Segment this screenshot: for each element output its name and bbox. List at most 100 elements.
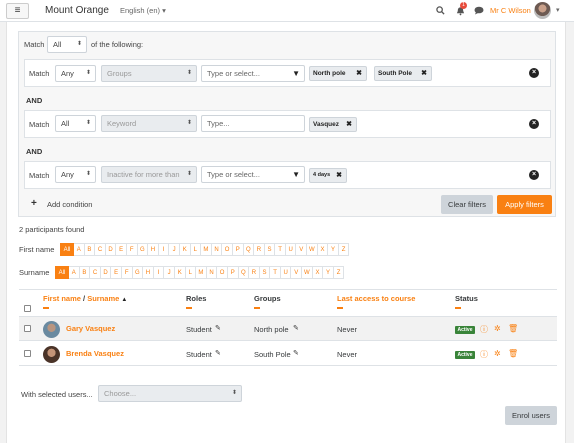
- edit-pencil-icon[interactable]: ✎: [293, 349, 299, 357]
- select-all-checkbox[interactable]: [24, 305, 31, 312]
- initial-letter-link[interactable]: O: [222, 243, 233, 256]
- initial-letter-link[interactable]: J: [169, 243, 180, 256]
- initial-letter-link[interactable]: C: [95, 243, 106, 256]
- initial-letter-link[interactable]: M: [201, 243, 212, 256]
- sort-first-name-link[interactable]: First name: [43, 294, 81, 303]
- remove-tag-icon[interactable]: ✖: [356, 67, 362, 80]
- initial-all-link[interactable]: All: [60, 243, 74, 256]
- initial-letter-link[interactable]: E: [116, 243, 127, 256]
- initial-letter-link[interactable]: N: [211, 243, 223, 256]
- collapse-column-icon[interactable]: [186, 307, 192, 309]
- initial-letter-link[interactable]: A: [69, 266, 80, 279]
- initial-letter-link[interactable]: Z: [333, 266, 345, 279]
- info-icon[interactable]: ⓘ: [480, 349, 488, 360]
- trash-icon[interactable]: 🗑: [508, 324, 518, 333]
- gear-icon[interactable]: ✲: [494, 349, 501, 358]
- filter-match-select[interactable]: Any ⬍: [55, 166, 96, 183]
- column-header-last-access[interactable]: Last access to course: [337, 294, 415, 303]
- initial-letter-link[interactable]: Q: [238, 266, 250, 279]
- initial-letter-link[interactable]: Y: [328, 243, 339, 256]
- filter-type-select[interactable]: Keyword ⬍: [101, 115, 197, 132]
- initial-letter-link[interactable]: F: [121, 266, 133, 279]
- initial-letter-link[interactable]: T: [270, 266, 281, 279]
- edit-pencil-icon[interactable]: ✎: [215, 324, 221, 332]
- filter-value-input[interactable]: Type or select... ▼: [201, 166, 305, 183]
- initial-letter-link[interactable]: O: [217, 266, 228, 279]
- initial-letter-link[interactable]: B: [84, 243, 96, 256]
- user-name[interactable]: Mr C Wilson: [490, 6, 531, 15]
- initial-letter-link[interactable]: K: [179, 243, 191, 256]
- initial-letter-link[interactable]: E: [111, 266, 122, 279]
- initial-letter-link[interactable]: T: [275, 243, 286, 256]
- initial-letter-link[interactable]: G: [132, 266, 144, 279]
- search-icon[interactable]: [436, 6, 445, 15]
- initial-letter-link[interactable]: F: [126, 243, 138, 256]
- initial-letter-link[interactable]: X: [312, 266, 324, 279]
- initial-letter-link[interactable]: P: [227, 266, 239, 279]
- trash-icon[interactable]: 🗑: [508, 349, 518, 358]
- apply-filters-button[interactable]: Apply filters: [497, 195, 552, 214]
- initial-letter-link[interactable]: U: [280, 266, 292, 279]
- collapse-column-icon[interactable]: [337, 307, 343, 309]
- match-all-select[interactable]: All ⬍: [47, 36, 87, 53]
- filter-type-select[interactable]: Inactive for more than ⬍: [101, 166, 197, 183]
- edit-pencil-icon[interactable]: ✎: [215, 349, 221, 357]
- initial-letter-link[interactable]: B: [79, 266, 91, 279]
- initial-letter-link[interactable]: C: [90, 266, 101, 279]
- filter-type-select[interactable]: Groups ⬍: [101, 65, 197, 82]
- remove-filter-row-icon[interactable]: ×: [529, 68, 539, 78]
- row-select-checkbox[interactable]: [24, 350, 31, 357]
- filter-tag[interactable]: South Pole ✖: [374, 66, 432, 81]
- info-icon[interactable]: ⓘ: [480, 324, 488, 335]
- initial-letter-link[interactable]: Z: [338, 243, 350, 256]
- initial-letter-link[interactable]: G: [137, 243, 149, 256]
- initial-letter-link[interactable]: Y: [323, 266, 334, 279]
- initial-letter-link[interactable]: I: [158, 243, 170, 256]
- initial-letter-link[interactable]: H: [143, 266, 154, 279]
- collapse-column-icon[interactable]: [43, 307, 49, 309]
- filter-tag[interactable]: North pole ✖: [309, 66, 367, 81]
- filter-match-select[interactable]: Any ⬍: [55, 65, 96, 82]
- initial-letter-link[interactable]: M: [196, 266, 207, 279]
- initial-letter-link[interactable]: Q: [243, 243, 255, 256]
- plus-icon[interactable]: +: [31, 198, 37, 209]
- initial-letter-link[interactable]: W: [302, 266, 313, 279]
- remove-tag-icon[interactable]: ✖: [346, 118, 352, 131]
- chevron-down-icon[interactable]: ▾: [556, 6, 560, 14]
- user-avatar[interactable]: [534, 2, 551, 19]
- initial-letter-link[interactable]: A: [74, 243, 85, 256]
- initial-letter-link[interactable]: L: [185, 266, 197, 279]
- initial-letter-link[interactable]: D: [100, 266, 112, 279]
- collapse-column-icon[interactable]: [455, 307, 461, 309]
- initial-letter-link[interactable]: S: [259, 266, 271, 279]
- bulk-action-select[interactable]: Choose... ⬍: [98, 385, 242, 402]
- comment-icon[interactable]: [474, 6, 484, 15]
- initial-letter-link[interactable]: S: [264, 243, 276, 256]
- remove-filter-row-icon[interactable]: ×: [529, 170, 539, 180]
- filter-tag[interactable]: Vasquez ✖: [309, 117, 357, 132]
- clear-filters-button[interactable]: Clear filters: [441, 195, 493, 214]
- initial-letter-link[interactable]: V: [296, 243, 308, 256]
- initial-letter-link[interactable]: R: [254, 243, 265, 256]
- remove-tag-icon[interactable]: ✖: [336, 169, 342, 182]
- add-condition-link[interactable]: Add condition: [47, 200, 92, 209]
- filter-value-input[interactable]: Type or select... ▼: [201, 65, 305, 82]
- filter-match-select[interactable]: All ⬍: [55, 115, 96, 132]
- initial-letter-link[interactable]: J: [164, 266, 175, 279]
- site-name[interactable]: Mount Orange: [45, 5, 109, 16]
- initial-letter-link[interactable]: V: [291, 266, 303, 279]
- sort-surname-link[interactable]: Surname: [87, 294, 119, 303]
- collapse-column-icon[interactable]: [254, 307, 260, 309]
- initial-letter-link[interactable]: D: [105, 243, 117, 256]
- initial-letter-link[interactable]: L: [190, 243, 202, 256]
- participant-name-link[interactable]: Brenda Vasquez: [66, 349, 124, 358]
- row-select-checkbox[interactable]: [24, 325, 31, 332]
- keyword-input[interactable]: Type...: [201, 115, 305, 132]
- filter-tag[interactable]: 4 days ✖: [309, 168, 347, 183]
- initial-letter-link[interactable]: P: [232, 243, 244, 256]
- avatar[interactable]: [43, 321, 60, 338]
- initial-all-link[interactable]: All: [55, 266, 69, 279]
- initial-letter-link[interactable]: R: [249, 266, 260, 279]
- gear-icon[interactable]: ✲: [494, 324, 501, 333]
- initial-letter-link[interactable]: K: [174, 266, 186, 279]
